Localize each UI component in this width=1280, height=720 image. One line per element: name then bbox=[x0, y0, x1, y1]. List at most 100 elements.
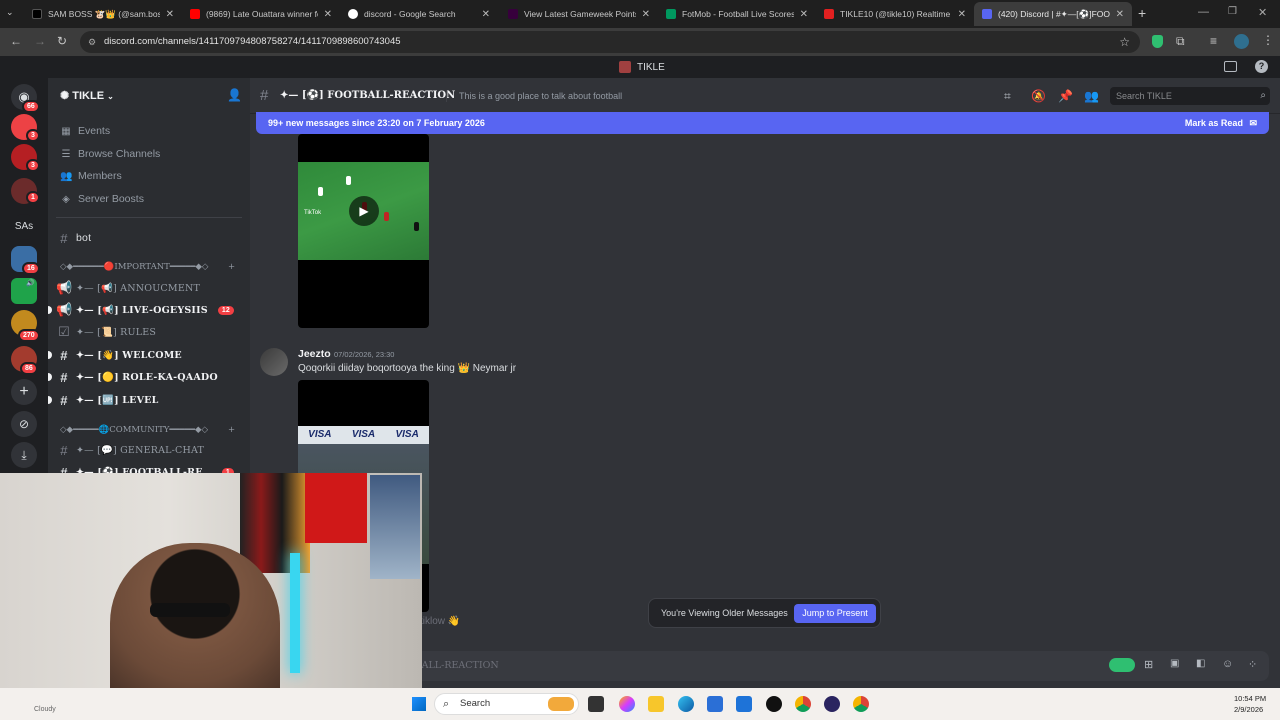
close-tab-icon[interactable]: ✕ bbox=[482, 9, 490, 20]
search-icon: ⌕ bbox=[443, 698, 450, 710]
site-info-icon[interactable]: ⚙ bbox=[88, 31, 96, 53]
profile-avatar-icon[interactable] bbox=[1234, 34, 1249, 49]
browser-tab[interactable]: discord - Google Search ✕ bbox=[340, 2, 498, 26]
category-important[interactable]: ◇◆━━━━━━🔴IMPORTANT━━━━━◆◇ + bbox=[60, 262, 235, 272]
bookmark-star-icon[interactable]: ☆ bbox=[1119, 31, 1130, 53]
tab-title: discord - Google Search bbox=[364, 9, 456, 19]
close-tab-icon[interactable]: ✕ bbox=[958, 9, 966, 20]
guild-header[interactable]: ✺ TIKLE ⌄ bbox=[48, 78, 250, 112]
channel-level[interactable]: # ✦— [🆙] LEVEL bbox=[48, 390, 242, 410]
outlook-icon[interactable] bbox=[736, 696, 752, 712]
channel-live-ogeysiis[interactable]: 📢 ✦— [📢] LIVE-OGEYSIIS 12 bbox=[48, 300, 242, 320]
menu-server-boosts[interactable]: ◈ Server Boosts bbox=[60, 193, 144, 205]
reload-icon[interactable]: ↻ bbox=[57, 34, 67, 48]
minimize-icon[interactable]: — bbox=[1198, 6, 1209, 18]
gif-icon[interactable]: ▣ bbox=[1170, 658, 1179, 669]
start-icon[interactable] bbox=[412, 697, 426, 711]
file-explorer-icon[interactable] bbox=[648, 696, 664, 712]
browser-tab[interactable]: View Latest Gameweek Points | ✕ bbox=[500, 2, 658, 26]
address-bar[interactable]: ⚙ discord.com/channels/14117097948087582… bbox=[80, 31, 1140, 53]
mark-as-read-label: Mark as Read bbox=[1184, 118, 1243, 128]
calendar-icon: ▦ bbox=[61, 125, 71, 137]
close-tab-icon[interactable]: ✕ bbox=[642, 9, 650, 20]
discover-icon[interactable]: ⊘ bbox=[11, 411, 37, 437]
add-channel-icon[interactable]: + bbox=[228, 262, 235, 272]
channel-topic[interactable]: This is a good place to talk about footb… bbox=[459, 91, 622, 101]
add-server-icon[interactable]: + bbox=[11, 379, 37, 405]
play-icon[interactable]: ▶ bbox=[349, 196, 379, 226]
close-tab-icon[interactable]: ✕ bbox=[800, 9, 808, 20]
notification-muted-icon[interactable]: 🔕 bbox=[1031, 89, 1046, 103]
unread-badge: 86 bbox=[20, 362, 38, 375]
store-icon[interactable] bbox=[707, 696, 723, 712]
clock-date[interactable]: 2/9/2026 bbox=[1234, 705, 1263, 714]
jump-to-present-button[interactable]: Jump to Present bbox=[794, 604, 876, 623]
restore-icon[interactable]: ❐ bbox=[1228, 6, 1237, 17]
sticker-icon[interactable]: ◧ bbox=[1196, 658, 1205, 669]
screen-share-icon[interactable] bbox=[1224, 61, 1237, 72]
back-icon[interactable]: ← bbox=[10, 34, 22, 48]
download-icon[interactable]: ⤓ bbox=[11, 442, 37, 468]
chrome-icon[interactable] bbox=[795, 696, 811, 712]
browser-tab[interactable]: TIKLE10 (@tikle10) Realtime Ki... ✕ bbox=[816, 2, 974, 26]
task-view-icon[interactable] bbox=[588, 696, 604, 712]
emoji-icon[interactable]: ☺ bbox=[1222, 658, 1233, 670]
close-tab-icon[interactable]: ✕ bbox=[1116, 9, 1124, 20]
user-avatar[interactable] bbox=[260, 348, 288, 376]
channel-role-ka-qaado[interactable]: # ✦— [🟡] ROLE-KA-QAADO bbox=[48, 367, 242, 387]
tab-title: FotMob - Football Live Scores bbox=[682, 9, 794, 19]
unread-badge: 3 bbox=[26, 129, 40, 142]
channel-annoucment[interactable]: 📢 ✦— [📢] ANNOUCMENT bbox=[56, 278, 242, 298]
menu-browse-channels[interactable]: ☰ Browse Channels bbox=[60, 148, 161, 160]
member-list-icon[interactable]: 👥 bbox=[1084, 89, 1099, 103]
new-messages-bar[interactable]: 99+ new messages since 23:20 on 7 Februa… bbox=[256, 112, 1269, 134]
forward-icon[interactable]: → bbox=[34, 34, 46, 48]
sunglasses bbox=[150, 603, 230, 617]
browser-tab-active[interactable]: (420) Discord | #✦—[⚽]FOOT... ✕ bbox=[974, 2, 1132, 26]
app-icon[interactable] bbox=[766, 696, 782, 712]
menu-members[interactable]: 👥 Members bbox=[60, 170, 122, 182]
close-tab-icon[interactable]: ✕ bbox=[166, 9, 174, 20]
channel-general-chat[interactable]: # ✦— [💬] GENERAL-CHAT bbox=[56, 440, 242, 460]
threads-icon[interactable]: ⌗ bbox=[1004, 89, 1011, 104]
taskbar-search[interactable]: ⌕ Search bbox=[434, 693, 579, 715]
chrome-icon[interactable] bbox=[853, 696, 869, 712]
mark-as-read-button[interactable]: Mark as Read ✉ bbox=[1185, 112, 1257, 134]
close-window-icon[interactable]: ✕ bbox=[1258, 6, 1267, 19]
close-tab-icon[interactable]: ✕ bbox=[324, 9, 332, 20]
channel-rules[interactable]: ☑ ✦— [📜] RULES bbox=[56, 322, 242, 342]
message-author[interactable]: Jeezto bbox=[298, 348, 331, 360]
tab-search-icon[interactable]: ⌄ bbox=[6, 7, 14, 18]
mention-badge: 12 bbox=[217, 305, 234, 315]
add-channel-icon[interactable]: + bbox=[228, 425, 235, 435]
browser-tab[interactable]: SAM BOSS 🐮👑 (@sam.boss... ✕ bbox=[24, 2, 182, 26]
video-attachment[interactable]: TikTok ▶ bbox=[298, 134, 429, 328]
pin-icon[interactable]: 📌 bbox=[1058, 89, 1073, 103]
app-icon[interactable] bbox=[824, 696, 840, 712]
fotmob-favicon-icon bbox=[666, 9, 676, 19]
extensions-icon[interactable]: ⧉ bbox=[1176, 34, 1185, 49]
browser-tab-strip: ⌄ SAM BOSS 🐮👑 (@sam.boss... ✕ (9869) Lat… bbox=[0, 0, 1280, 28]
channel-welcome[interactable]: # ✦— [👋] WELCOME bbox=[48, 345, 242, 365]
apps-icon[interactable]: ⁘ bbox=[1248, 658, 1257, 671]
menu-events[interactable]: ▦ Events bbox=[60, 125, 110, 137]
clock-time[interactable]: 10:54 PM bbox=[1234, 694, 1266, 703]
browser-tab[interactable]: (9869) Late Ouattara winner fo... ✕ bbox=[182, 2, 340, 26]
help-icon[interactable]: ? bbox=[1255, 60, 1268, 73]
copilot-icon[interactable] bbox=[619, 696, 635, 712]
server-icon-sas[interactable]: SAs bbox=[11, 214, 37, 240]
chrome-menu-icon[interactable]: ⋮ bbox=[1262, 33, 1274, 47]
youtube-favicon-icon bbox=[824, 9, 834, 19]
extension-shield-icon[interactable] bbox=[1152, 35, 1163, 48]
media-controls-icon[interactable]: ≡ bbox=[1210, 34, 1217, 48]
category-community[interactable]: ◇◆━━━━━🌐COMMUNITY━━━━━◆◇ + bbox=[60, 425, 235, 435]
edge-icon[interactable] bbox=[678, 696, 694, 712]
gift-icon[interactable]: ⊞ bbox=[1144, 658, 1153, 671]
app-launcher-icon[interactable] bbox=[1109, 658, 1135, 672]
channel-bot[interactable]: # bot bbox=[56, 228, 242, 248]
new-tab-icon[interactable]: + bbox=[1138, 5, 1146, 21]
invite-people-icon[interactable]: 👤 bbox=[227, 88, 242, 102]
browser-tab[interactable]: FotMob - Football Live Scores ✕ bbox=[658, 2, 816, 26]
search-input[interactable]: Search TIKLE ⌕ bbox=[1110, 87, 1270, 105]
unread-badge: 3 bbox=[26, 159, 40, 172]
